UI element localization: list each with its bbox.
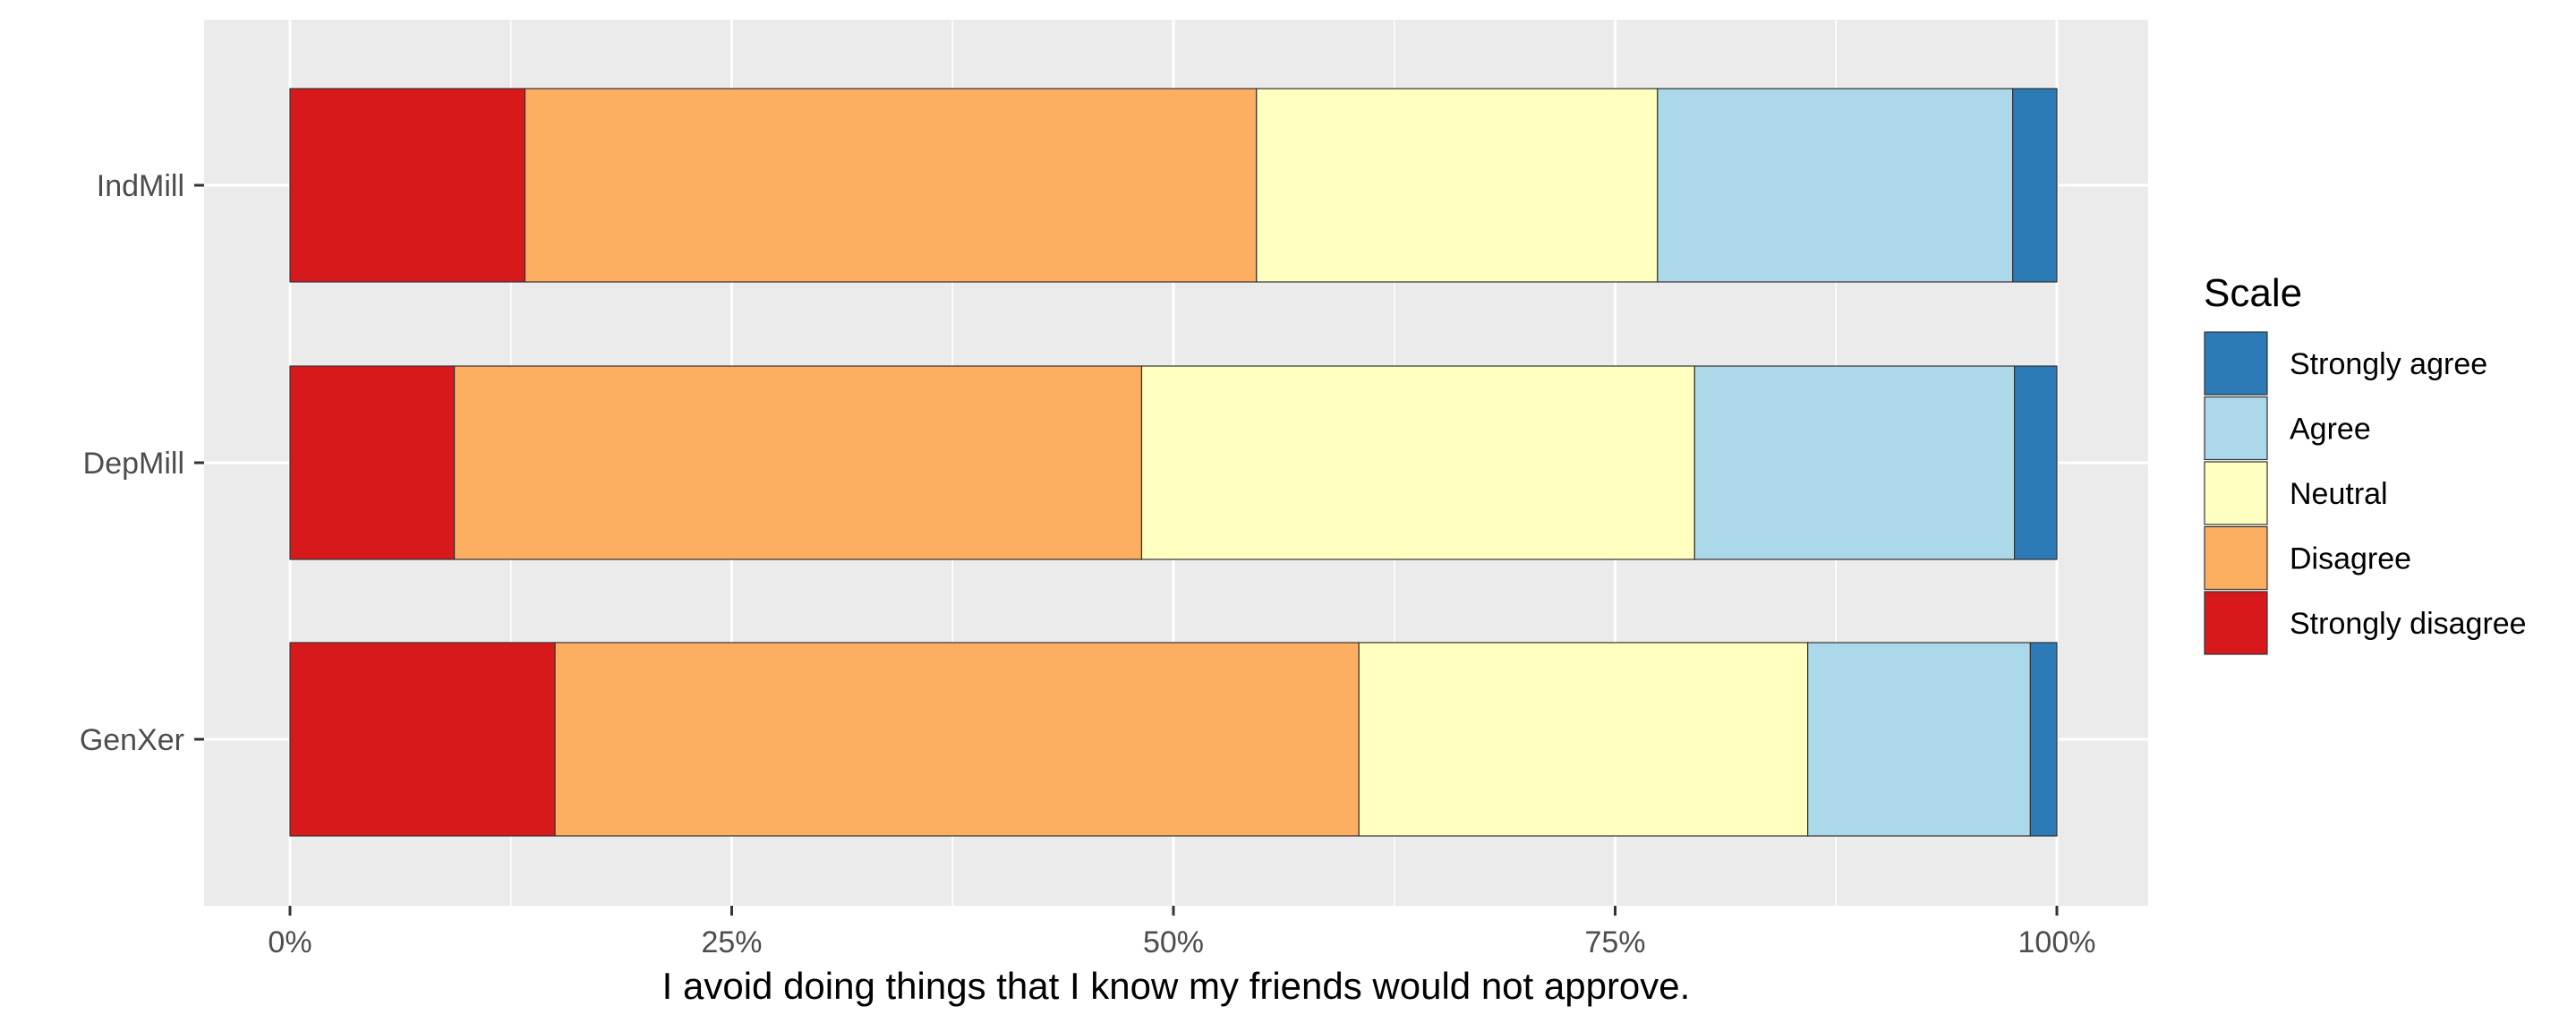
bar-segment [2029, 642, 2058, 837]
x-axis-title: I avoid doing things that I know my frie… [662, 965, 1691, 1007]
bar-segment [289, 642, 556, 837]
legend-key [2204, 396, 2268, 461]
bar-segment [1807, 642, 2031, 837]
bar-segment [2012, 88, 2058, 283]
chart: IndMill DepMill GenXer 0% 25% 50% 75% 100% I av… [0, 0, 2576, 1023]
legend-key [2204, 331, 2268, 396]
bar-segment [453, 365, 1143, 560]
y-tick-label: GenXer [80, 723, 184, 757]
bar-segment [2014, 365, 2058, 560]
legend-label: Agree [2290, 413, 2371, 447]
bar-segment [554, 642, 1360, 837]
x-tick-label: 75% [1584, 925, 1645, 959]
legend-key [2204, 461, 2268, 525]
y-tick-label: DepMill [83, 447, 184, 481]
chart-svg: IndMill DepMill GenXer 0% 25% 50% 75% 100% I av… [80, 20, 2527, 1007]
legend-key [2204, 591, 2268, 655]
legend-label: Neutral [2290, 477, 2388, 511]
bar-segment [1358, 642, 1809, 837]
x-tick-label: 50% [1143, 925, 1204, 959]
bar-segment [289, 88, 526, 283]
bar-segment [1256, 88, 1659, 283]
bars [289, 88, 2058, 837]
legend: Scale Strongly agree Agree Neutral Disagree S… [2204, 271, 2527, 655]
legend-title: Scale [2204, 271, 2302, 315]
bar-segment [524, 88, 1258, 283]
bar-segment [289, 365, 456, 560]
bar-segment [1657, 88, 2014, 283]
bar-segment [1140, 365, 1695, 560]
x-tick-label: 25% [701, 925, 762, 959]
legend-key [2204, 525, 2268, 591]
bar-segment [1693, 365, 2016, 560]
x-tick-label: 100% [2018, 925, 2096, 959]
legend-label: Strongly disagree [2290, 607, 2527, 641]
x-tick-label: 0% [268, 925, 311, 959]
legend-label: Disagree [2290, 542, 2411, 576]
legend-label: Strongly agree [2290, 347, 2487, 381]
y-tick-label: IndMill [97, 169, 184, 203]
